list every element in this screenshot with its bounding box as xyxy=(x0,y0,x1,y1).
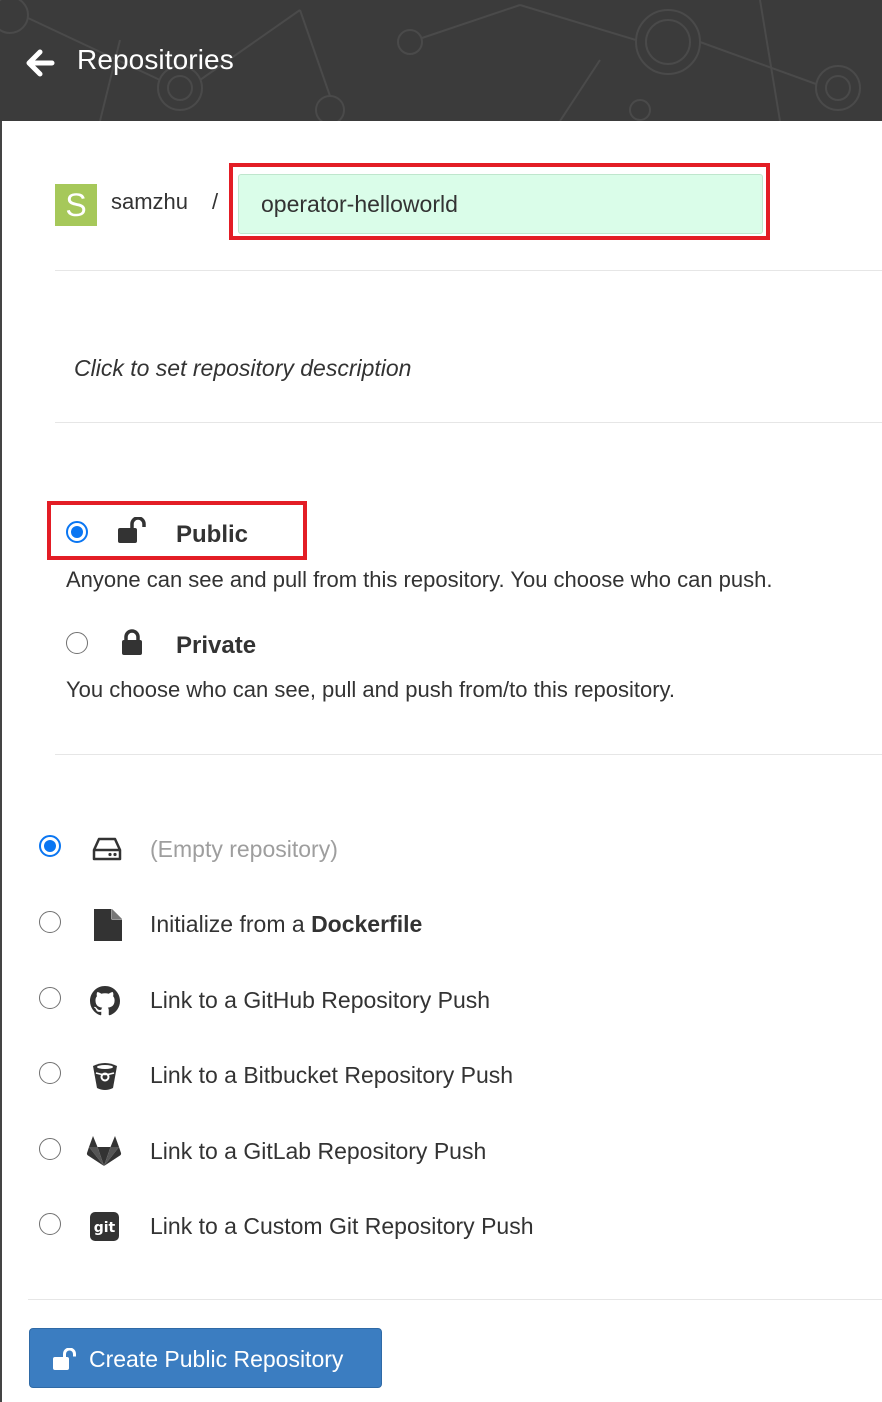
init-custom-git-label[interactable]: Link to a Custom Git Repository Push xyxy=(150,1213,534,1240)
create-repository-button[interactable]: Create Public Repository xyxy=(29,1328,382,1388)
back-arrow-icon[interactable] xyxy=(26,48,56,78)
public-description: Anyone can see and pull from this reposi… xyxy=(66,567,773,592)
public-radio[interactable] xyxy=(66,521,88,543)
divider xyxy=(28,1299,882,1300)
init-gitlab-label[interactable]: Link to a GitLab Repository Push xyxy=(150,1138,486,1165)
init-gitlab-radio[interactable] xyxy=(39,1138,61,1160)
git-icon: git xyxy=(90,1212,119,1246)
namespace-name: samzhu xyxy=(111,189,189,214)
repository-description[interactable]: Click to set repository description xyxy=(74,355,411,382)
public-label[interactable]: Public xyxy=(176,521,248,549)
init-github-radio[interactable] xyxy=(39,987,61,1009)
init-custom-git-radio[interactable] xyxy=(39,1213,61,1235)
init-dockerfile-label[interactable]: Initialize from a Dockerfile xyxy=(150,911,422,938)
lock-icon xyxy=(121,629,145,662)
divider xyxy=(55,270,882,271)
private-radio[interactable] xyxy=(66,632,88,654)
init-empty-label[interactable]: (Empty repository) xyxy=(150,836,338,863)
unlock-icon xyxy=(117,516,149,550)
private-label[interactable]: Private xyxy=(176,632,256,660)
divider xyxy=(55,422,882,423)
private-description: You choose who can see, pull and push fr… xyxy=(66,677,676,702)
unlock-icon xyxy=(52,1347,80,1378)
create-repository-label: Create Public Repository xyxy=(89,1346,344,1372)
divider xyxy=(55,754,882,755)
init-empty-radio[interactable] xyxy=(39,835,61,857)
bitbucket-icon xyxy=(92,1061,118,1096)
window-border xyxy=(0,0,2,1402)
page-title: Repositories xyxy=(77,44,234,75)
init-dockerfile-radio[interactable] xyxy=(39,911,61,933)
init-bitbucket-radio[interactable] xyxy=(39,1062,61,1084)
namespace-separator: / xyxy=(212,189,219,214)
init-github-label[interactable]: Link to a GitHub Repository Push xyxy=(150,987,490,1014)
hard-drive-icon xyxy=(92,836,122,867)
file-icon xyxy=(93,908,123,947)
gitlab-icon xyxy=(86,1135,122,1172)
page-header: Repositories xyxy=(0,0,882,121)
init-dockerfile-prefix: Initialize from a xyxy=(150,911,312,937)
github-icon xyxy=(90,986,120,1021)
init-dockerfile-emphasis: Dockerfile xyxy=(311,911,423,937)
init-bitbucket-label[interactable]: Link to a Bitbucket Repository Push xyxy=(150,1062,513,1089)
svg-text:git: git xyxy=(94,1220,116,1236)
avatar: S xyxy=(55,184,97,226)
repository-name-input[interactable] xyxy=(238,174,763,234)
